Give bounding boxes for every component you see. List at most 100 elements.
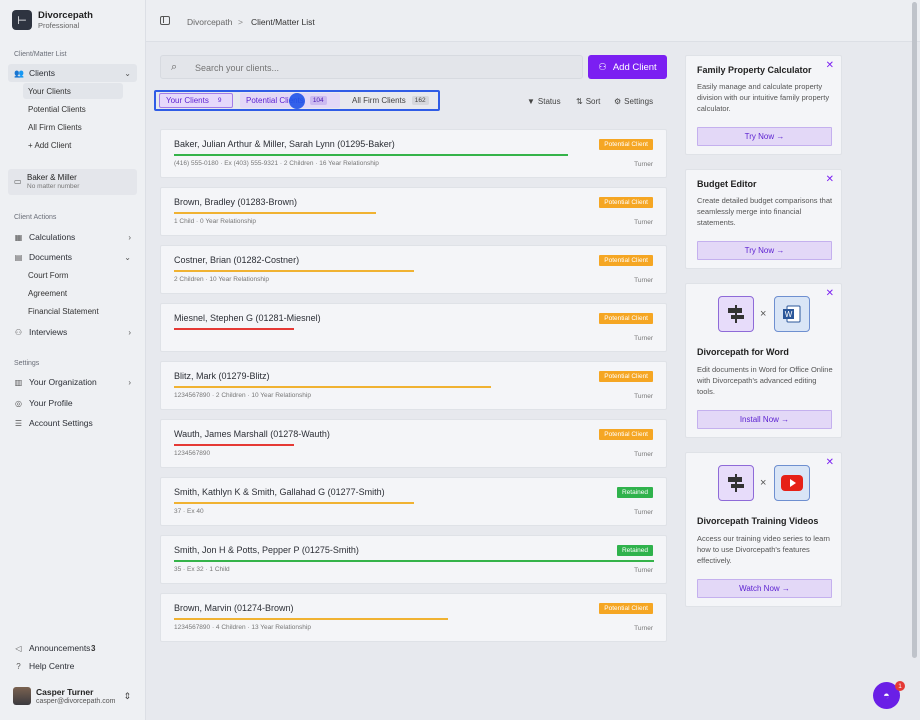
sidebar-item-label: Clients <box>29 68 55 78</box>
client-card[interactable]: Costner, Brian (01282-Costner) Potential … <box>160 245 667 294</box>
times-icon: × <box>760 308 767 320</box>
status-badge: Potential Client <box>599 429 653 440</box>
client-meta: 35 · Ex 32 · 1 Child <box>174 566 230 573</box>
client-card[interactable]: Baker, Julian Arthur & Miller, Sarah Lyn… <box>160 129 667 178</box>
client-card[interactable]: Wauth, James Marshall (01278-Wauth) Poten… <box>160 419 667 468</box>
promo-word: ✕ × W Divorcepath for Word Edit document… <box>685 283 842 438</box>
sidebar-item-court-form[interactable]: Court Form <box>23 267 123 283</box>
promo-desc: Access our training video series to lear… <box>697 534 830 565</box>
sidebar-item-documents[interactable]: ▤ Documents ⌄ <box>8 248 137 266</box>
sidebar-item-help-centre[interactable]: ? Help Centre <box>8 657 137 675</box>
sort-button[interactable]: ⇅ Sort <box>576 97 600 106</box>
megaphone-icon: ◁ <box>15 643 22 653</box>
folder-icon: ▭ <box>14 177 22 186</box>
settings-button[interactable]: ⚙ Settings <box>614 97 653 106</box>
tab-all-firm-clients[interactable]: All Firm Clients 162 <box>346 93 436 108</box>
sidebar-item-label: Calculations <box>29 232 76 242</box>
sidebar-item-add-client[interactable]: + Add Client <box>23 137 123 153</box>
document-icon: ▤ <box>14 252 23 262</box>
try-now-button[interactable]: Try Now → <box>697 127 832 146</box>
sidebar-item-your-organization[interactable]: ▥ Your Organization › <box>8 373 137 391</box>
sidebar-item-label: Announcements <box>29 643 91 653</box>
sidebar-item-potential-clients[interactable]: Potential Clients <box>23 101 123 117</box>
client-card[interactable]: Brown, Marvin (01274-Brown) Potential Cli… <box>160 593 667 642</box>
client-card[interactable]: Blitz, Mark (01279-Blitz) Potential Clien… <box>160 361 667 410</box>
client-name[interactable]: Blitz, Mark (01279-Blitz) <box>174 371 270 381</box>
close-icon[interactable]: ✕ <box>826 288 834 299</box>
sidebar-item-agreement[interactable]: Agreement <box>23 285 123 301</box>
progress-line <box>174 212 376 214</box>
tab-label: All Firm Clients <box>352 96 406 105</box>
watch-now-button[interactable]: Watch Now → <box>697 579 832 598</box>
sort-label: Sort <box>585 97 601 106</box>
matter-name: Baker & Miller <box>27 173 77 182</box>
user-menu[interactable]: Casper Turner casper@divorcepath.com ⇕ <box>13 686 137 708</box>
try-now-button[interactable]: Try Now → <box>697 241 832 260</box>
promo-title: Divorcepath Training Videos <box>697 516 819 526</box>
client-owner: Turner <box>634 451 653 458</box>
client-name[interactable]: Wauth, James Marshall (01278-Wauth) <box>174 429 330 439</box>
client-name[interactable]: Smith, Kathlyn K & Smith, Gallahad G (01… <box>174 487 385 497</box>
promo-title: Family Property Calculator <box>697 65 812 75</box>
install-now-button[interactable]: Install Now → <box>697 410 832 429</box>
client-name[interactable]: Brown, Bradley (01283-Brown) <box>174 197 297 207</box>
sidebar-item-financial-statement[interactable]: Financial Statement <box>23 303 123 319</box>
sidebar-item-account-settings[interactable]: ☰ Account Settings <box>8 414 137 432</box>
sidebar-item-your-profile[interactable]: ◎ Your Profile <box>8 394 137 412</box>
progress-line <box>174 270 414 272</box>
progress-line <box>174 560 654 562</box>
current-matter[interactable]: ▭ Baker & Miller No matter number <box>8 169 137 195</box>
tab-label: Your Clients <box>166 96 209 105</box>
chat-notification-badge: 1 <box>895 681 905 691</box>
close-icon[interactable]: ✕ <box>826 174 834 185</box>
youtube-icon <box>774 465 810 501</box>
progress-line <box>174 154 568 156</box>
sidebar-item-label: Documents <box>29 252 72 262</box>
sidebar: ⊢ Divorcepath Professional Client/Matter… <box>0 0 146 720</box>
signpost-icon <box>718 296 754 332</box>
sidebar-item-calculations[interactable]: ▦ Calculations › <box>8 228 137 246</box>
section-label-client-actions: Client Actions <box>14 214 57 221</box>
client-name[interactable]: Baker, Julian Arthur & Miller, Sarah Lyn… <box>174 139 395 149</box>
sidebar-item-clients[interactable]: 👥 Clients ⌄ <box>8 64 137 82</box>
status-badge: Potential Client <box>599 197 653 208</box>
section-label-client-list: Client/Matter List <box>14 51 67 58</box>
brand-name: Divorcepath <box>38 10 93 21</box>
tab-your-clients[interactable]: Your Clients 9 <box>159 93 233 108</box>
client-name[interactable]: Costner, Brian (01282-Costner) <box>174 255 299 265</box>
breadcrumb-root[interactable]: Divorcepath <box>187 17 232 27</box>
sidebar-item-your-clients[interactable]: Your Clients <box>23 83 123 99</box>
client-card[interactable]: Smith, Kathlyn K & Smith, Gallahad G (01… <box>160 477 667 526</box>
sidebar-item-all-firm-clients[interactable]: All Firm Clients <box>23 119 123 135</box>
client-name[interactable]: Miesnel, Stephen G (01281-Miesnel) <box>174 313 321 323</box>
filter-icon: ▼ <box>527 97 535 106</box>
close-icon[interactable]: ✕ <box>826 60 834 71</box>
user-email: casper@divorcepath.com <box>36 698 116 705</box>
add-client-button[interactable]: ⚇ Add Client <box>588 55 667 79</box>
close-icon[interactable]: ✕ <box>826 457 834 468</box>
promo-family-property: ✕ Family Property Calculator Easily mana… <box>685 55 842 155</box>
tab-count: 162 <box>411 96 429 105</box>
search-input[interactable] <box>195 61 565 75</box>
client-name[interactable]: Smith, Jon H & Potts, Pepper P (01275-Sm… <box>174 545 359 555</box>
sidebar-toggle-icon[interactable] <box>160 16 170 25</box>
sidebar-item-announcements[interactable]: ◁ Announcements <box>8 639 137 657</box>
client-card[interactable]: Miesnel, Stephen G (01281-Miesnel) Potent… <box>160 303 667 352</box>
chevron-right-icon: › <box>128 327 131 337</box>
client-card[interactable]: Smith, Jon H & Potts, Pepper P (01275-Sm… <box>160 535 667 584</box>
avatar <box>13 687 31 705</box>
status-filter-button[interactable]: ▼ Status <box>527 97 561 106</box>
chevron-down-icon: ⌄ <box>124 252 131 262</box>
client-name[interactable]: Brown, Marvin (01274-Brown) <box>174 603 294 613</box>
breadcrumb-separator: > <box>238 17 243 27</box>
user-name: Casper Turner <box>36 687 94 697</box>
announcements-count: 3 <box>91 644 96 653</box>
sidebar-item-interviews[interactable]: ⚇ Interviews › <box>8 323 137 341</box>
brand[interactable]: ⊢ Divorcepath Professional <box>12 10 93 30</box>
scrollbar[interactable] <box>912 2 917 658</box>
sliders-icon: ☰ <box>14 418 23 428</box>
user-plus-icon: ⚇ <box>14 327 23 337</box>
promo-desc: Edit documents in Word for Office Online… <box>697 365 833 396</box>
client-card[interactable]: Brown, Bradley (01283-Brown) Potential Cl… <box>160 187 667 236</box>
top-bar: Divorcepath > Client/Matter List <box>146 0 920 42</box>
